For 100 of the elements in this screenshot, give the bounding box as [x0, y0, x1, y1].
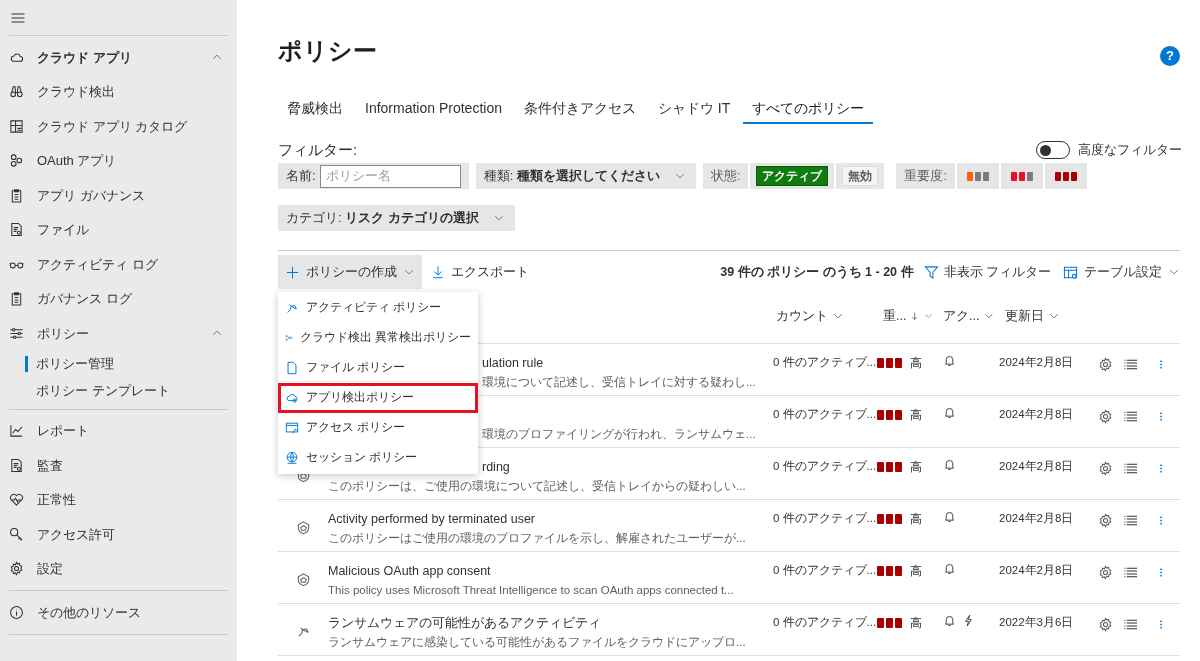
table-cell-text: 2024年2月8日 [998, 459, 1075, 474]
table-cell-text: 0 件のアクティブ... [773, 563, 877, 578]
info-icon [9, 604, 24, 620]
nav-item[interactable]: アプリ ガバナンス [0, 178, 237, 213]
sliders-icon [9, 325, 24, 341]
policy-name[interactable]: Malicious OAuth app consent [328, 562, 491, 580]
policy-name[interactable]: ランサムウェアの可能性があるアクティビティ [328, 614, 601, 632]
column-header[interactable]: 重... [873, 306, 933, 326]
help-button[interactable]: ? [1160, 46, 1180, 66]
chart-icon [9, 423, 24, 439]
nav-item[interactable]: ファイル [0, 212, 237, 247]
column-header[interactable]: アク... [933, 306, 995, 326]
nav-item[interactable]: 設定 [0, 551, 237, 586]
policy-description: 環境について記述し、受信トレイに対する疑わし... [482, 375, 756, 390]
name-field[interactable]: ポリシー名 [319, 164, 461, 188]
column-header[interactable]: 更新日 [995, 306, 1085, 326]
policy-description: This policy uses Microsoft Threat Intelligence to scan OAuth apps connected t... [328, 583, 734, 598]
nav-item[interactable]: アクティビティ ログ [0, 247, 237, 282]
table-cell-text: 2024年2月8日 [998, 511, 1075, 526]
severity-label: 高 [910, 357, 922, 369]
table-settings-button[interactable]: テーブル設定 [1063, 262, 1180, 282]
table-cell-text: 2022年3月6日 [998, 615, 1075, 630]
nav-item[interactable]: その他のリソース [0, 595, 237, 630]
tab[interactable]: 脅威検出 [278, 94, 352, 124]
menu-item[interactable]: アクティビティ ポリシー [278, 293, 478, 323]
field-label: 状態: [702, 163, 749, 189]
field-label: 重要度: [896, 163, 956, 189]
column-header[interactable]: カウント [773, 306, 873, 326]
policy-description: このポリシーはご使用の環境のプロファイルを示し、解雇されたユーザーが... [328, 531, 746, 546]
tab[interactable]: シャドウ IT [648, 94, 740, 124]
policy-name[interactable]: Activity performed by terminated user [328, 510, 536, 528]
tab[interactable]: すべてのポリシー [743, 94, 874, 124]
shield-icon [295, 520, 311, 535]
menu-item[interactable]: クラウド検出 異常検出ポリシー [278, 323, 478, 353]
nav-item[interactable]: 正常性 [0, 482, 237, 517]
gear-icon[interactable] [1098, 564, 1113, 580]
gear-icon[interactable] [1098, 460, 1113, 476]
globe-icon [285, 451, 299, 465]
result-count: 39 件の ポリシー のうち 1 - 20 件 [720, 263, 914, 281]
nav-subitem[interactable]: ポリシー管理 [0, 350, 237, 378]
window-icon [285, 421, 299, 435]
table-cell-text: 0 件のアクティブ... [773, 407, 877, 422]
severity-bars [967, 171, 990, 181]
severity-label: 高 [910, 409, 922, 421]
gear-icon[interactable] [1098, 356, 1113, 372]
nav-subitem[interactable]: ポリシー テンプレート [0, 377, 237, 405]
document-icon [9, 457, 24, 473]
nav-item[interactable]: ガバナンス ログ [0, 281, 237, 316]
nav-item[interactable]: レポート [0, 413, 237, 448]
table-cell-text: 2024年2月8日 [998, 407, 1075, 422]
cloud-icon [285, 391, 299, 405]
nav-item[interactable]: OAuth アプリ [0, 143, 237, 178]
bell-icon [943, 510, 956, 523]
gear-icon[interactable] [1098, 408, 1113, 424]
menu-item[interactable]: アクセス ポリシー [278, 413, 478, 443]
nav-item[interactable]: クラウド検出 [0, 74, 237, 109]
plus-icon [285, 264, 300, 280]
page-title: ポリシー [278, 36, 377, 66]
nav-item[interactable]: アクセス許可 [0, 517, 237, 552]
policy-description: このポリシーは、ご使用の環境について記述し、受信トレイからの疑わしい... [328, 479, 746, 494]
tab[interactable]: Information Protection [356, 94, 511, 124]
policy-name[interactable]: ulation rule [482, 354, 544, 372]
export-button[interactable]: エクスポート [422, 255, 538, 289]
severity-label: 高 [910, 565, 922, 577]
severity-filter[interactable] [957, 163, 1000, 189]
hide-filters-button[interactable]: 非表示 フィルター [923, 262, 1051, 282]
gear-icon[interactable] [1098, 616, 1113, 632]
tab[interactable]: 条件付きアクセス [514, 94, 645, 124]
clipboard-icon [9, 187, 24, 203]
create-policy-button[interactable]: ポリシーの作成 [278, 255, 422, 289]
nav-item[interactable]: 監査 [0, 448, 237, 483]
bell-icon [943, 354, 956, 367]
gear-icon[interactable] [1098, 512, 1113, 528]
bell-icon [943, 614, 956, 627]
document-icon [9, 222, 24, 238]
policy-description: ランサムウェアに感染している可能性があるファイルをクラウドにアップロ... [328, 635, 746, 650]
menu-item[interactable]: セッション ポリシー [278, 443, 478, 473]
table-cell-text: 0 件のアクティブ... [773, 355, 877, 370]
table-icon [1063, 264, 1078, 280]
menu-item[interactable]: アプリ検出ポリシー [278, 383, 478, 413]
shield-icon [295, 572, 311, 587]
severity-label: 高 [910, 617, 922, 629]
nav-group[interactable]: ポリシー [0, 316, 237, 351]
severity-filter[interactable] [1045, 163, 1088, 189]
type-dropdown[interactable]: 種類: 種類を選択してください [475, 163, 696, 189]
severity-bars [1055, 171, 1078, 181]
field-label: 名前: [286, 167, 316, 186]
menu-item[interactable]: ファイル ポリシー [278, 353, 478, 383]
table-cell-text: 0 件のアクティブ... [773, 459, 877, 474]
policy-description: 環境のプロファイリングが行われ、ランサムウェ... [482, 427, 756, 442]
status-chip[interactable]: 無効 [842, 166, 879, 186]
nav-item[interactable]: クラウド アプリ カタログ [0, 109, 237, 144]
severity-filter[interactable] [1001, 163, 1044, 189]
binoculars-icon [9, 84, 24, 100]
circles-icon [9, 153, 24, 169]
status-chip[interactable]: アクティブ [756, 166, 829, 186]
bell-icon [943, 458, 956, 471]
bell-icon [943, 562, 956, 575]
nav-group[interactable]: クラウド アプリ [0, 40, 237, 75]
category-dropdown[interactable]: カテゴリ: リスク カテゴリの選択 [278, 205, 515, 231]
